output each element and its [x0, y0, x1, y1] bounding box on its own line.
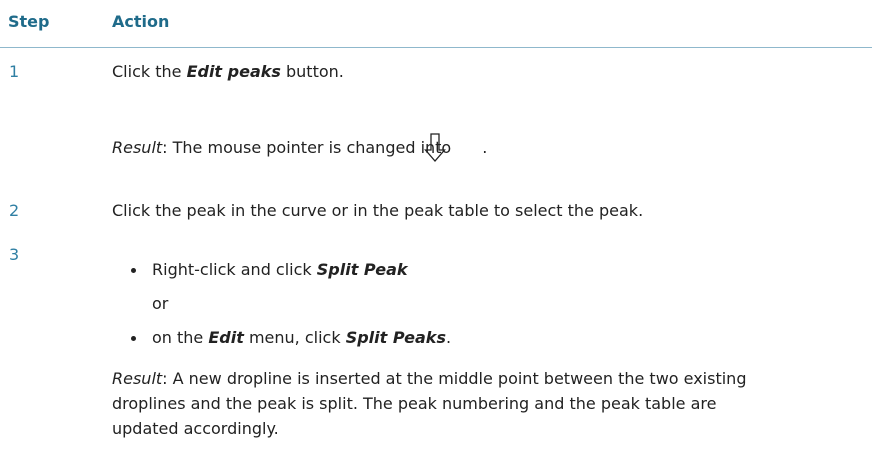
result-label: Result [112, 138, 163, 157]
table-header-action: Action [112, 12, 170, 31]
step-number-1: 1 [9, 62, 20, 81]
step-3-or: or [152, 294, 169, 313]
step-3-option-1: Right-click and click Split Peak [152, 260, 408, 279]
bullet-dot-1 [131, 268, 136, 273]
step-3-option-2: on the Edit menu, click Split Peaks. [152, 328, 452, 347]
step-number-3: 3 [9, 245, 20, 264]
table-header-step: Step [8, 12, 50, 31]
step-3-result: Result: A new dropline is inserted at th… [112, 369, 747, 438]
result-label: Result [112, 369, 163, 388]
down-arrow-pointer-icon [424, 133, 446, 162]
step-1-action: Click the Edit peaks button. [112, 62, 344, 81]
bullet-dot-2 [131, 336, 136, 341]
step-number-2: 2 [9, 201, 20, 220]
step-2-action: Click the peak in the curve or in the pe… [112, 201, 644, 220]
header-divider [0, 47, 872, 48]
